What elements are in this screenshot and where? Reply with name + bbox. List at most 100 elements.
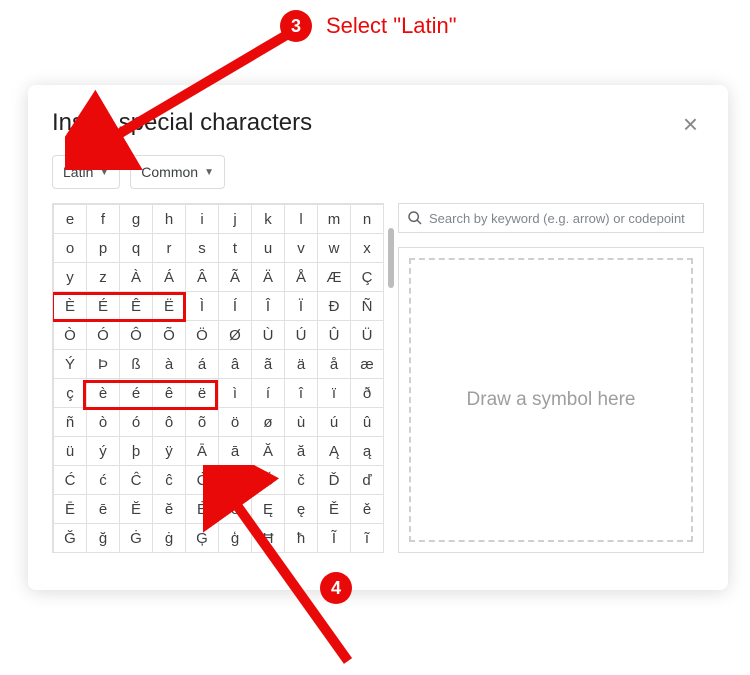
character-cell[interactable]: ù — [285, 408, 318, 437]
character-cell[interactable]: Ę — [252, 495, 285, 524]
character-cell[interactable]: ü — [54, 437, 87, 466]
character-cell[interactable]: Î — [252, 292, 285, 321]
character-cell[interactable]: ò — [87, 408, 120, 437]
character-cell[interactable]: È — [54, 292, 87, 321]
character-cell[interactable]: Ă — [252, 437, 285, 466]
character-cell[interactable]: ý — [87, 437, 120, 466]
character-cell[interactable]: Č — [252, 466, 285, 495]
character-cell[interactable]: ó — [120, 408, 153, 437]
character-cell[interactable]: t — [219, 234, 252, 263]
character-cell[interactable]: r — [153, 234, 186, 263]
character-cell[interactable]: ç — [54, 379, 87, 408]
character-cell[interactable]: x — [351, 234, 384, 263]
character-cell[interactable]: ï — [318, 379, 351, 408]
character-cell[interactable]: ñ — [54, 408, 87, 437]
character-cell[interactable]: ą — [351, 437, 384, 466]
character-cell[interactable]: ă — [285, 437, 318, 466]
character-cell[interactable]: ú — [318, 408, 351, 437]
character-cell[interactable]: Ċ — [186, 466, 219, 495]
search-input[interactable] — [429, 211, 695, 226]
character-cell[interactable]: l — [285, 205, 318, 234]
character-cell[interactable]: s — [186, 234, 219, 263]
character-cell[interactable]: ä — [285, 350, 318, 379]
character-cell[interactable]: ĩ — [351, 524, 384, 553]
character-cell[interactable]: Å — [285, 263, 318, 292]
character-cell[interactable]: Ñ — [351, 292, 384, 321]
character-cell[interactable]: Ù — [252, 321, 285, 350]
character-cell[interactable]: ê — [153, 379, 186, 408]
character-cell[interactable]: q — [120, 234, 153, 263]
character-cell[interactable]: i — [186, 205, 219, 234]
character-cell[interactable]: Ö — [186, 321, 219, 350]
character-cell[interactable]: Ì — [186, 292, 219, 321]
character-cell[interactable]: þ — [120, 437, 153, 466]
category-dropdown[interactable]: Latin ▼ — [52, 155, 120, 189]
character-cell[interactable]: w — [318, 234, 351, 263]
character-cell[interactable]: Ô — [120, 321, 153, 350]
character-cell[interactable]: m — [318, 205, 351, 234]
character-cell[interactable]: û — [351, 408, 384, 437]
character-cell[interactable]: Þ — [87, 350, 120, 379]
character-cell[interactable]: Ē — [54, 495, 87, 524]
character-cell[interactable]: ø — [252, 408, 285, 437]
character-cell[interactable]: g — [120, 205, 153, 234]
character-cell[interactable]: Ĩ — [318, 524, 351, 553]
character-cell[interactable]: à — [153, 350, 186, 379]
close-button[interactable]: × — [677, 109, 704, 139]
character-cell[interactable]: Ú — [285, 321, 318, 350]
character-cell[interactable]: k — [252, 205, 285, 234]
character-cell[interactable]: ā — [219, 437, 252, 466]
character-cell[interactable]: u — [252, 234, 285, 263]
character-cell[interactable]: Ą — [318, 437, 351, 466]
character-cell[interactable]: î — [285, 379, 318, 408]
character-cell[interactable]: æ — [351, 350, 384, 379]
character-cell[interactable]: Í — [219, 292, 252, 321]
character-cell[interactable]: Â — [186, 263, 219, 292]
draw-area[interactable]: Draw a symbol here — [409, 258, 693, 542]
character-cell[interactable]: Ė — [186, 495, 219, 524]
character-cell[interactable]: ã — [252, 350, 285, 379]
character-cell[interactable]: Ü — [351, 321, 384, 350]
character-cell[interactable]: ħ — [285, 524, 318, 553]
character-cell[interactable]: ß — [120, 350, 153, 379]
search-box[interactable] — [398, 203, 704, 233]
character-cell[interactable]: e — [54, 205, 87, 234]
character-cell[interactable]: Ó — [87, 321, 120, 350]
character-cell[interactable]: Ï — [285, 292, 318, 321]
character-cell[interactable]: À — [120, 263, 153, 292]
character-cell[interactable]: Đ — [318, 292, 351, 321]
character-cell[interactable]: Æ — [318, 263, 351, 292]
character-cell[interactable]: ē — [87, 495, 120, 524]
character-cell[interactable]: Á — [153, 263, 186, 292]
character-cell[interactable]: Ø — [219, 321, 252, 350]
grid-scrollbar[interactable] — [388, 228, 394, 288]
character-cell[interactable]: Ä — [252, 263, 285, 292]
character-cell[interactable]: ę — [285, 495, 318, 524]
character-cell[interactable]: á — [186, 350, 219, 379]
character-cell[interactable]: ÿ — [153, 437, 186, 466]
character-cell[interactable]: h — [153, 205, 186, 234]
character-cell[interactable]: Ā — [186, 437, 219, 466]
character-cell[interactable]: ô — [153, 408, 186, 437]
character-cell[interactable]: å — [318, 350, 351, 379]
character-cell[interactable]: Ģ — [186, 524, 219, 553]
character-cell[interactable]: ğ — [87, 524, 120, 553]
character-cell[interactable]: o — [54, 234, 87, 263]
character-cell[interactable]: Ê — [120, 292, 153, 321]
character-cell[interactable]: Ĉ — [120, 466, 153, 495]
character-cell[interactable]: Ě — [318, 495, 351, 524]
character-cell[interactable]: Ġ — [120, 524, 153, 553]
character-cell[interactable]: z — [87, 263, 120, 292]
character-cell[interactable]: Ć — [54, 466, 87, 495]
character-cell[interactable]: ģ — [219, 524, 252, 553]
character-cell[interactable]: Ç — [351, 263, 384, 292]
character-cell[interactable]: Ý — [54, 350, 87, 379]
character-cell[interactable]: ć — [87, 466, 120, 495]
character-cell[interactable]: ď — [351, 466, 384, 495]
character-cell[interactable]: ì — [219, 379, 252, 408]
character-cell[interactable]: v — [285, 234, 318, 263]
character-cell[interactable]: Ò — [54, 321, 87, 350]
character-cell[interactable]: p — [87, 234, 120, 263]
character-cell[interactable]: É — [87, 292, 120, 321]
character-cell[interactable]: Ë — [153, 292, 186, 321]
